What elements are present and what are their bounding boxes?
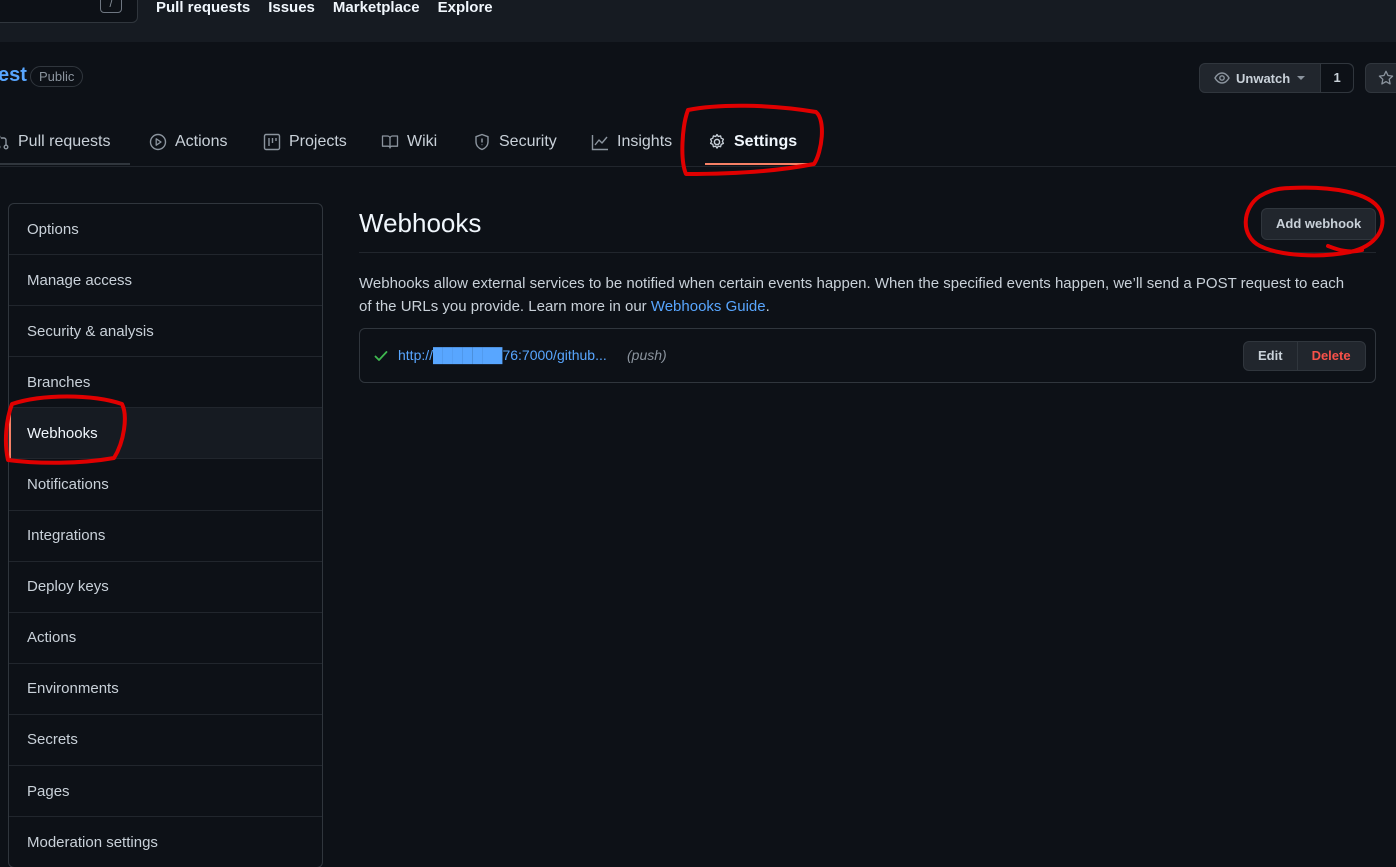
visibility-badge: Public	[30, 66, 84, 87]
tab-actions[interactable]: Actions	[149, 118, 227, 166]
repo-tabs: Pull requests Actions Projects Wiki Secu…	[0, 118, 1396, 167]
sidebar-item-environments[interactable]: Environments	[9, 664, 322, 715]
unwatch-label: Unwatch	[1236, 70, 1291, 86]
play-icon	[149, 133, 167, 151]
sidebar-item-security-analysis[interactable]: Security & analysis	[9, 306, 322, 358]
tab-label: Insights	[617, 133, 673, 150]
graph-icon	[591, 135, 608, 151]
tab-label: Settings	[734, 133, 798, 150]
project-icon	[263, 133, 281, 151]
sidebar-item-integrations[interactable]: Integrations	[9, 511, 322, 562]
settings-sidebar: Options Manage access Security & analysi…	[8, 203, 323, 867]
tab-insights[interactable]: Insights	[591, 118, 672, 166]
tab-pull-requests[interactable]: Pull requests	[0, 118, 111, 166]
nav-explore[interactable]: Explore	[438, 0, 493, 18]
page-title: Webhooks	[359, 208, 482, 238]
star-icon	[1378, 70, 1394, 85]
edit-button[interactable]: Edit	[1244, 342, 1298, 370]
sidebar-item-notifications[interactable]: Notifications	[9, 459, 322, 511]
tab-label: Actions	[175, 133, 228, 150]
sidebar-item-secrets[interactable]: Secrets	[9, 715, 322, 767]
unwatch-button[interactable]: Unwatch	[1200, 64, 1322, 92]
search-input[interactable]: /	[0, 0, 138, 23]
webhooks-guide-link[interactable]: Webhooks Guide	[651, 298, 766, 315]
description-end: .	[765, 298, 770, 315]
sidebar-item-webhooks[interactable]: Webhooks	[9, 408, 322, 460]
tab-label: Projects	[289, 133, 347, 150]
pull-request-icon	[0, 135, 9, 150]
watch-count[interactable]: 1	[1321, 64, 1354, 92]
eye-icon	[1214, 72, 1230, 84]
add-webhook-button[interactable]: Add webhook	[1261, 208, 1377, 240]
shield-icon	[475, 133, 489, 151]
top-header: / Pull requests Issues Marketplace Explo…	[0, 0, 1396, 42]
tab-projects[interactable]: Projects	[263, 118, 347, 166]
sidebar-item-options[interactable]: Options	[9, 204, 322, 256]
star-button[interactable]	[1365, 63, 1396, 93]
caret-down-icon	[1297, 76, 1306, 80]
book-icon	[381, 135, 399, 149]
global-nav: Pull requests Issues Marketplace Explore	[156, 0, 493, 18]
webhook-event: (push)	[627, 347, 667, 363]
webhook-list-item: http://███████76:7000/github... (push) E…	[359, 328, 1376, 383]
tab-label: Security	[499, 133, 557, 150]
slash-shortcut-hint: /	[100, 0, 122, 13]
sidebar-item-pages[interactable]: Pages	[9, 766, 322, 818]
nav-issues[interactable]: Issues	[268, 0, 315, 18]
sidebar-item-branches[interactable]: Branches	[9, 357, 322, 409]
repo-name-link[interactable]: est	[0, 64, 27, 87]
tab-settings[interactable]: Settings	[708, 118, 797, 166]
gear-icon	[709, 133, 725, 149]
tab-security[interactable]: Security	[473, 118, 557, 166]
title-divider	[359, 252, 1376, 253]
sidebar-item-deploy-keys[interactable]: Deploy keys	[9, 562, 322, 613]
add-webhook-annotation-tail	[1326, 244, 1364, 254]
sidebar-item-actions[interactable]: Actions	[9, 613, 322, 664]
nav-marketplace[interactable]: Marketplace	[333, 0, 420, 18]
nav-pull-requests[interactable]: Pull requests	[156, 0, 250, 18]
selected-tab-indicator	[705, 163, 808, 165]
sidebar-item-manage-access[interactable]: Manage access	[9, 255, 322, 307]
tab-label: Pull requests	[18, 133, 111, 150]
tab-label: Wiki	[407, 133, 438, 150]
webhook-url-link[interactable]: http://███████76:7000/github...	[398, 347, 607, 363]
delete-button[interactable]: Delete	[1298, 342, 1365, 370]
tab-divider	[0, 163, 130, 165]
watch-button-group: Unwatch 1	[1199, 63, 1355, 93]
sidebar-item-moderation-settings[interactable]: Moderation settings	[9, 817, 322, 867]
description-text: Webhooks allow external services to be n…	[359, 275, 1345, 315]
webhook-actions: Edit Delete	[1243, 341, 1366, 371]
tab-wiki[interactable]: Wiki	[381, 118, 437, 166]
webhooks-description: Webhooks allow external services to be n…	[359, 272, 1359, 318]
check-icon	[374, 351, 388, 361]
